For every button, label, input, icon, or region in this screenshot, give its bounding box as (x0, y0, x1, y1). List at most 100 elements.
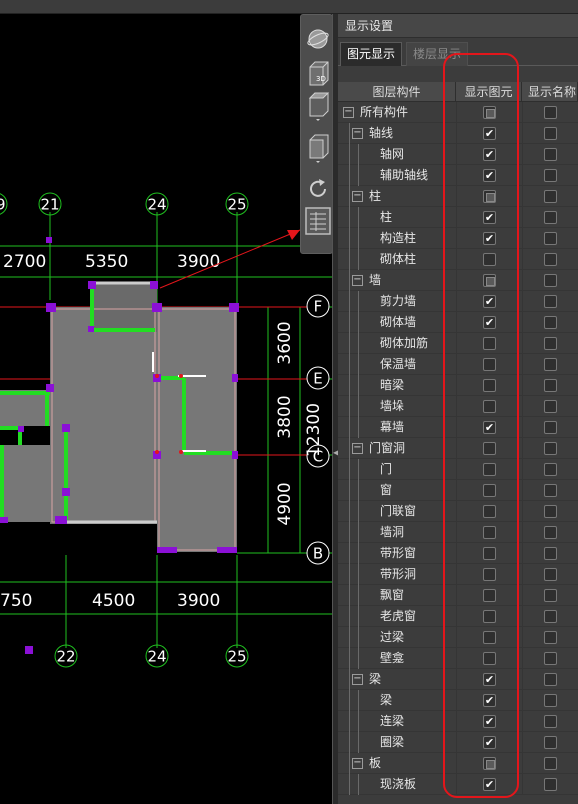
show-element-checkbox[interactable]: ✔ (483, 316, 496, 329)
collapse-toggle-icon[interactable]: − (352, 674, 363, 685)
show-name-checkbox[interactable] (544, 673, 557, 686)
tree-row[interactable]: 梁 ✔ (338, 690, 578, 711)
show-element-checkbox[interactable] (483, 568, 496, 581)
show-element-checkbox[interactable] (483, 400, 496, 413)
show-name-checkbox[interactable] (544, 232, 557, 245)
show-element-checkbox[interactable]: ✔ (483, 673, 496, 686)
show-element-checkbox[interactable]: ✔ (483, 736, 496, 749)
tree-row[interactable]: − 所有构件 (338, 102, 578, 123)
tab-floor-display[interactable]: 楼层显示 (406, 42, 469, 66)
rotate-icon[interactable] (304, 175, 331, 202)
tree-row[interactable]: 砌体加筋 (338, 333, 578, 354)
show-name-checkbox[interactable] (544, 757, 557, 770)
tree-row[interactable]: 砌体柱 (338, 249, 578, 270)
show-element-checkbox[interactable]: ✔ (483, 127, 496, 140)
show-name-checkbox[interactable] (544, 337, 557, 350)
show-name-checkbox[interactable] (544, 568, 557, 581)
show-element-checkbox[interactable] (483, 652, 496, 665)
tree-row[interactable]: 门 (338, 459, 578, 480)
show-element-checkbox[interactable] (483, 337, 496, 350)
tree-row[interactable]: 飘窗 (338, 585, 578, 606)
tree-row[interactable]: 窗 (338, 480, 578, 501)
tree-row[interactable]: 带形窗 (338, 543, 578, 564)
show-name-checkbox[interactable] (544, 358, 557, 371)
collapse-toggle-icon[interactable]: − (352, 758, 363, 769)
tree-row[interactable]: 剪力墙 ✔ (338, 291, 578, 312)
show-name-checkbox[interactable] (544, 379, 557, 392)
show-name-checkbox[interactable] (544, 547, 557, 560)
tab-element-display[interactable]: 图元显示 (340, 42, 403, 66)
show-element-checkbox[interactable] (483, 589, 496, 602)
show-name-checkbox[interactable] (544, 253, 557, 266)
show-name-checkbox[interactable] (544, 694, 557, 707)
tree-row[interactable]: 轴网 ✔ (338, 144, 578, 165)
show-element-checkbox[interactable]: ✔ (483, 778, 496, 791)
tree-row[interactable]: − 柱 (338, 186, 578, 207)
show-name-checkbox[interactable] (544, 526, 557, 539)
show-name-checkbox[interactable] (544, 652, 557, 665)
show-name-checkbox[interactable] (544, 610, 557, 623)
show-element-checkbox[interactable] (483, 526, 496, 539)
show-element-checkbox[interactable] (483, 505, 496, 518)
show-element-checkbox[interactable] (483, 190, 496, 203)
show-element-checkbox[interactable] (483, 631, 496, 644)
show-element-checkbox[interactable] (483, 379, 496, 392)
box-front-view-icon[interactable] (304, 134, 331, 163)
show-element-checkbox[interactable] (483, 757, 496, 770)
show-name-checkbox[interactable] (544, 316, 557, 329)
collapse-toggle-icon[interactable]: − (352, 128, 363, 139)
show-name-checkbox[interactable] (544, 274, 557, 287)
show-name-checkbox[interactable] (544, 169, 557, 182)
show-element-checkbox[interactable]: ✔ (483, 211, 496, 224)
show-element-checkbox[interactable] (483, 442, 496, 455)
3d-view-icon[interactable]: 3D (304, 60, 331, 87)
collapse-toggle-icon[interactable]: − (352, 275, 363, 286)
tree-row[interactable]: 圈梁 ✔ (338, 732, 578, 753)
tree-row[interactable]: 保温墙 (338, 354, 578, 375)
show-element-checkbox[interactable]: ✔ (483, 715, 496, 728)
show-element-checkbox[interactable]: ✔ (483, 694, 496, 707)
show-element-checkbox[interactable]: ✔ (483, 148, 496, 161)
tree-row[interactable]: 柱 ✔ (338, 207, 578, 228)
tree-row[interactable]: 幕墙 ✔ (338, 417, 578, 438)
tree-row[interactable]: 墙洞 (338, 522, 578, 543)
show-element-checkbox[interactable]: ✔ (483, 421, 496, 434)
tree-row[interactable]: − 梁 ✔ (338, 669, 578, 690)
show-name-checkbox[interactable] (544, 589, 557, 602)
show-name-checkbox[interactable] (544, 505, 557, 518)
show-element-checkbox[interactable] (483, 484, 496, 497)
tree-row[interactable]: − 墙 (338, 270, 578, 291)
show-name-checkbox[interactable] (544, 463, 557, 476)
show-name-checkbox[interactable] (544, 211, 557, 224)
tree-row[interactable]: 辅助轴线 ✔ (338, 165, 578, 186)
show-element-checkbox[interactable] (483, 106, 496, 119)
tree-row[interactable]: 现浇板 ✔ (338, 774, 578, 795)
show-name-checkbox[interactable] (544, 484, 557, 497)
tree-row[interactable]: 连梁 ✔ (338, 711, 578, 732)
tree-row[interactable]: 门联窗 (338, 501, 578, 522)
show-name-checkbox[interactable] (544, 715, 557, 728)
tree-row[interactable]: 墙垛 (338, 396, 578, 417)
show-name-checkbox[interactable] (544, 421, 557, 434)
collapse-toggle-icon[interactable]: − (352, 443, 363, 454)
cad-canvas[interactable]: 19 21 24 25 2700 5350 3900 (0, 14, 332, 804)
tree-row[interactable]: 过梁 (338, 627, 578, 648)
show-name-checkbox[interactable] (544, 736, 557, 749)
show-element-checkbox[interactable] (483, 547, 496, 560)
collapse-toggle-icon[interactable]: − (343, 107, 354, 118)
tree-row[interactable]: − 门窗洞 (338, 438, 578, 459)
box-view-icon[interactable] (304, 92, 331, 121)
tree-row[interactable]: 带形洞 (338, 564, 578, 585)
show-element-checkbox[interactable] (483, 274, 496, 287)
tree-row[interactable]: 暗梁 (338, 375, 578, 396)
show-element-checkbox[interactable] (483, 358, 496, 371)
show-element-checkbox[interactable]: ✔ (483, 295, 496, 308)
show-name-checkbox[interactable] (544, 442, 557, 455)
tree-row[interactable]: − 轴线 ✔ (338, 123, 578, 144)
show-element-checkbox[interactable] (483, 610, 496, 623)
show-name-checkbox[interactable] (544, 400, 557, 413)
globe-view-icon[interactable] (304, 25, 331, 52)
show-name-checkbox[interactable] (544, 631, 557, 644)
show-name-checkbox[interactable] (544, 190, 557, 203)
show-name-checkbox[interactable] (544, 148, 557, 161)
